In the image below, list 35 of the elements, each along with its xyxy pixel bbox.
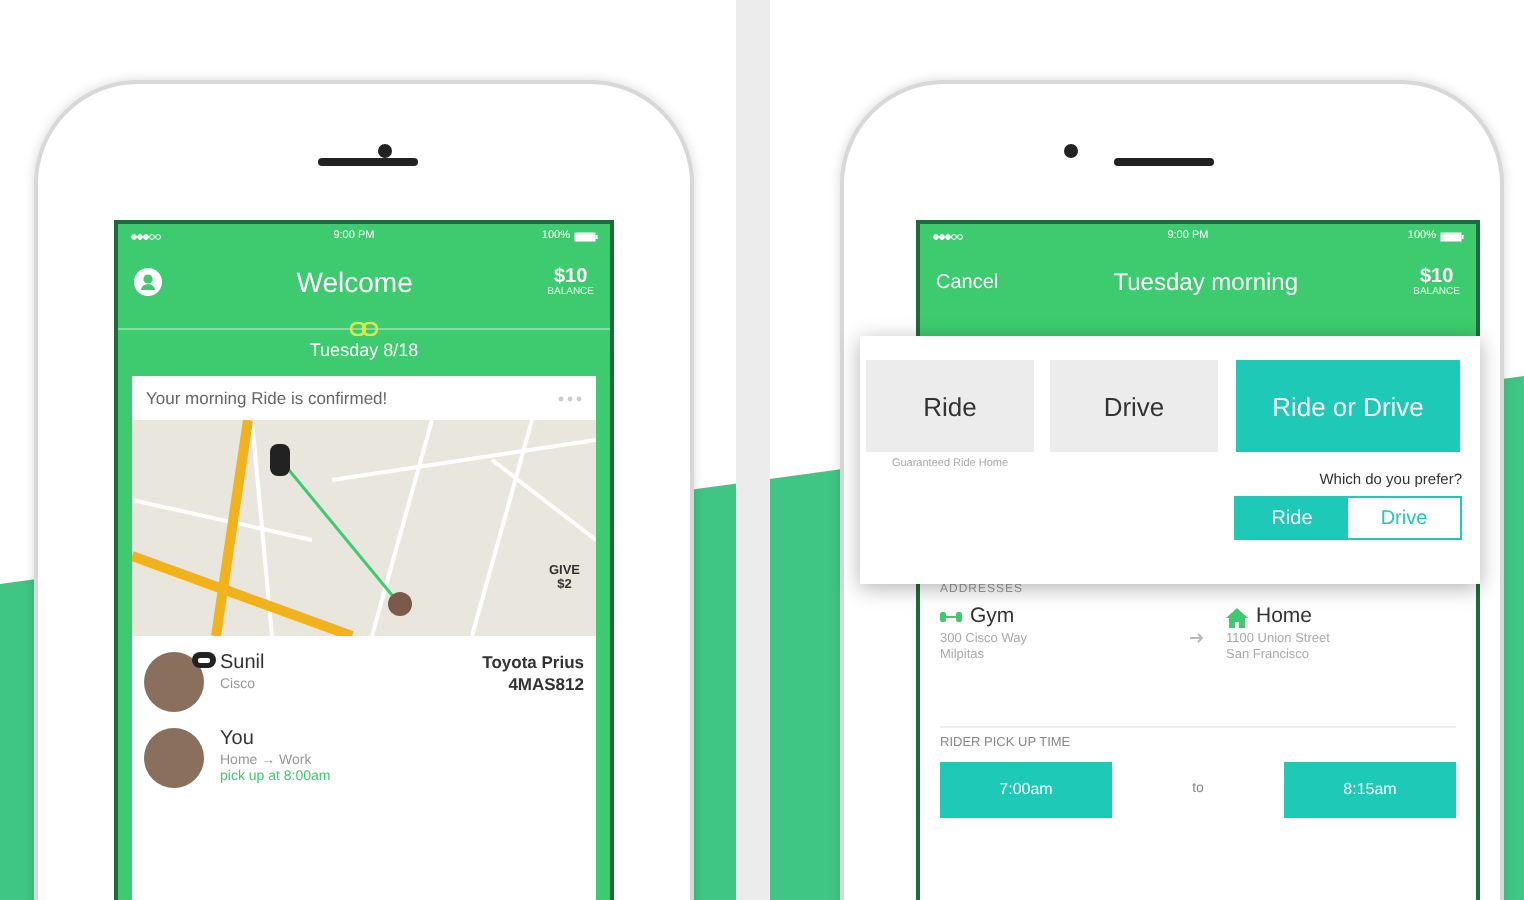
screen-title: Welcome [296, 266, 413, 298]
camera-dot [1064, 144, 1078, 158]
mode-option[interactable]: Ride or Drive [1236, 360, 1460, 452]
car-badge-icon [192, 652, 216, 668]
speaker-slot [318, 158, 418, 166]
place-name: Gym [970, 604, 1015, 632]
more-icon[interactable] [558, 395, 582, 401]
car-model: Toyota Prius [482, 652, 584, 674]
license-plate: 4MAS812 [508, 673, 584, 695]
signal-icon [932, 231, 968, 241]
ride-date: Tuesday 8/18 [309, 340, 419, 360]
battery-icon [574, 231, 598, 241]
avatar [144, 728, 204, 788]
confirmation-message: Your morning Ride is confirmed! [146, 388, 388, 408]
end-time-button[interactable]: 8:15am [1284, 761, 1456, 818]
start-time-button[interactable]: 7:00am [940, 761, 1112, 818]
balance-amount: $10 [1419, 267, 1454, 287]
person-name: Sunil [220, 652, 267, 677]
person-name: You [220, 728, 256, 753]
arrow-icon [1190, 632, 1206, 644]
cancel-link[interactable]: Cancel [936, 271, 999, 293]
dumbbell-icon [940, 610, 962, 625]
link-icon [350, 322, 378, 336]
mode-option[interactable]: Ride [866, 360, 1034, 452]
speaker-slot [1114, 158, 1214, 166]
place-name: Home [1256, 604, 1313, 632]
signal-icon [130, 231, 166, 241]
balance-amount: $10 [553, 267, 588, 287]
mode-option[interactable]: Drive [1050, 360, 1218, 452]
preference-option[interactable]: Ride [1236, 498, 1348, 538]
profile-icon[interactable] [134, 268, 162, 296]
camera-dot [378, 144, 392, 158]
battery-icon [1440, 231, 1464, 241]
screen-title: Tuesday morning [1113, 268, 1299, 296]
house-icon [1226, 607, 1248, 628]
